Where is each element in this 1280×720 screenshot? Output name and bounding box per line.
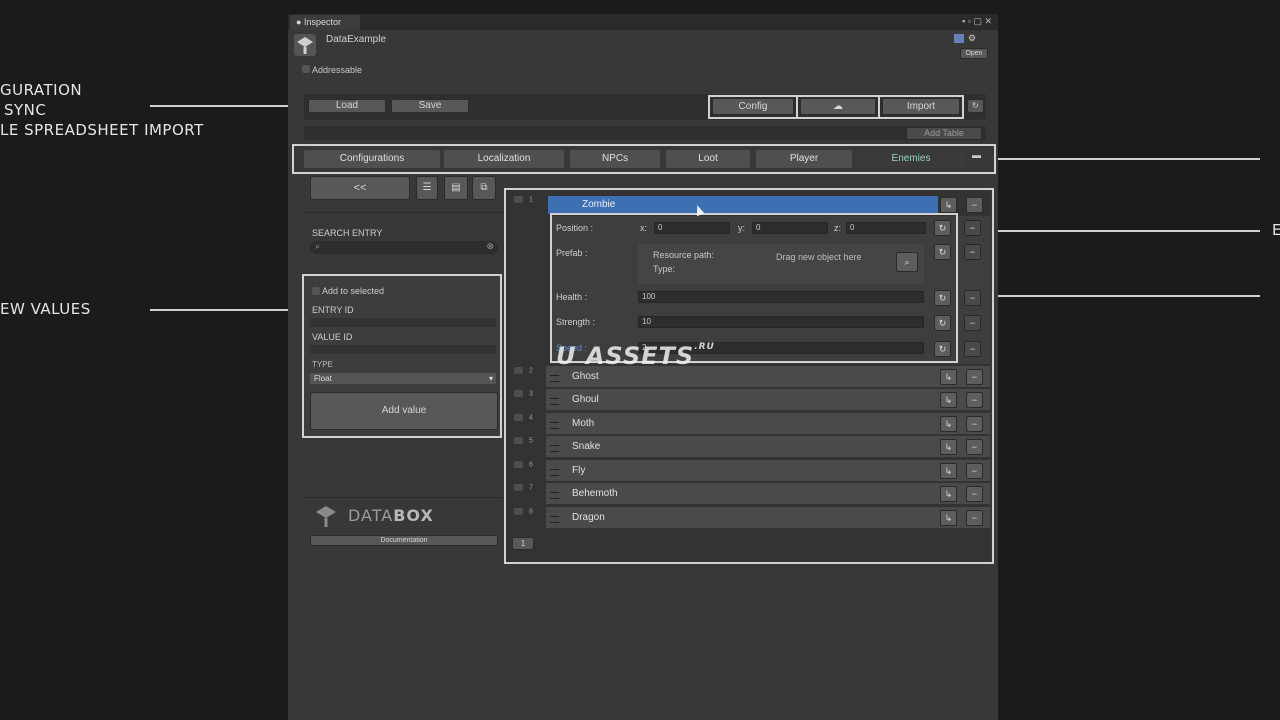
logo-data: DATA: [348, 506, 394, 525]
connector-line-new-values: [150, 309, 303, 311]
refresh-icon[interactable]: ↻: [967, 99, 984, 113]
save-button[interactable]: Save: [391, 99, 469, 113]
highlight-import: [878, 95, 964, 119]
logo-box: BOX: [393, 506, 434, 525]
highlight-cloud: [796, 95, 880, 119]
collapse-button[interactable]: <<: [310, 176, 410, 200]
annotation-spreadsheet-import: LE SPREADSHEET IMPORT: [0, 121, 204, 139]
highlight-tables: [292, 144, 996, 174]
document-icon[interactable]: ▤: [444, 176, 468, 200]
divider: [304, 212, 502, 213]
divider: [304, 497, 502, 498]
annotation-right: E: [1272, 221, 1280, 239]
new-table-name-field[interactable]: [304, 126, 986, 140]
addressable-label: Addressable: [312, 65, 363, 75]
tab-inspector[interactable]: ● Inspector: [290, 15, 360, 30]
annotation-configuration: GURATION: [0, 81, 83, 99]
clear-search-icon[interactable]: ⊗: [486, 241, 494, 252]
connector-line-entries: [992, 230, 1260, 232]
load-button[interactable]: Load: [308, 99, 386, 113]
connector-line-tables: [996, 158, 1260, 160]
tab-inspector-label: Inspector: [303, 17, 341, 27]
highlight-config: [708, 95, 798, 119]
highlight-entries: [504, 188, 994, 564]
search-entry-label: SEARCH ENTRY: [312, 228, 383, 238]
documentation-button[interactable]: Documentation: [310, 535, 498, 546]
search-icon: ⌕: [315, 241, 321, 251]
book-icon[interactable]: [954, 34, 964, 43]
connector-line-values: [956, 295, 1260, 297]
settings-icon[interactable]: ⚙: [968, 33, 976, 44]
open-button[interactable]: Open: [960, 48, 988, 59]
copy-icon[interactable]: ⧉: [472, 176, 496, 200]
annotation-new-values: EW VALUES: [0, 300, 91, 318]
highlight-new-value: [302, 274, 502, 438]
info-icon: ●: [296, 17, 304, 27]
inspector-titlebar: ● Inspector ▪ ▫ ▢ ✕: [288, 14, 998, 30]
addressable-checkbox[interactable]: [302, 65, 310, 73]
window-controls[interactable]: ▪ ▫ ▢ ✕: [962, 16, 992, 27]
asset-name: DataExample: [326, 34, 387, 45]
databox-logo-icon: [314, 504, 338, 528]
asset-icon: [294, 34, 316, 56]
search-input[interactable]: ⌕ ⊗: [310, 241, 498, 254]
list-icon[interactable]: ☰: [416, 176, 438, 200]
databox-logo-text: DATABOX: [348, 506, 434, 525]
add-table-button[interactable]: Add Table: [906, 127, 982, 140]
annotation-sync: SYNC: [4, 101, 47, 119]
